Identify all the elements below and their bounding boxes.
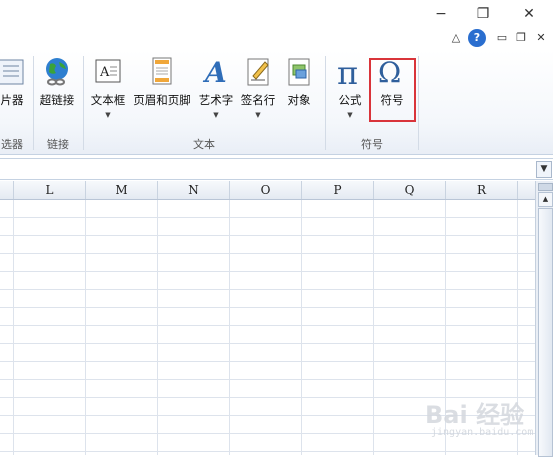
slicer-label: 片器	[0, 93, 24, 107]
textbox-label: 文本框	[90, 93, 126, 107]
ribbon-insert-tab: 片器 选器 超链接 链接 A 文本框 ▼ 页眉和页脚 A 艺术字 ▼ 签名行 ▼…	[0, 50, 553, 155]
header-footer-icon	[152, 57, 172, 85]
object-button[interactable]: 对象	[282, 56, 316, 108]
watermark-url: jingyan.baidu.com	[431, 427, 534, 438]
grid-line	[85, 200, 86, 455]
equation-label: 公式	[338, 93, 362, 107]
column-header-O[interactable]: O	[230, 181, 302, 199]
column-header-Q[interactable]: Q	[374, 181, 446, 199]
column-header-M[interactable]: M	[86, 181, 158, 199]
textbox-icon: A	[95, 59, 121, 83]
grid-line	[301, 200, 302, 455]
wordart-button[interactable]: A 艺术字 ▼	[196, 56, 236, 119]
svg-text:A: A	[202, 56, 227, 88]
hyperlink-label: 超链接	[39, 93, 75, 107]
close-button[interactable]: ✕	[518, 5, 540, 23]
vertical-scrollbar[interactable]: ▲	[535, 181, 553, 457]
column-header-P[interactable]: P	[302, 181, 374, 199]
grid-line	[229, 200, 230, 455]
signature-line-button[interactable]: 签名行 ▼	[238, 56, 278, 119]
watermark-logo: Bai 经验	[425, 401, 525, 429]
object-icon	[288, 58, 310, 86]
scroll-thumb[interactable]	[538, 208, 553, 457]
scroll-up-arrow-icon[interactable]: ▲	[538, 192, 553, 207]
textbox-dropdown-icon[interactable]: ▼	[88, 111, 128, 119]
svg-text:A: A	[99, 65, 110, 80]
column-header-row: L M N O P Q R	[0, 181, 535, 200]
grid-line	[157, 200, 158, 455]
header-footer-label: 页眉和页脚	[133, 93, 191, 107]
hyperlink-button[interactable]: 超链接	[37, 56, 77, 108]
slicer-button[interactable]: 片器	[0, 56, 30, 108]
group-symbols-label: 符号	[361, 138, 383, 151]
doc-restore-button[interactable]: ❐	[513, 30, 529, 46]
group-separator	[418, 56, 419, 150]
group-filter-label: 选器	[1, 138, 23, 151]
equation-dropdown-icon[interactable]: ▼	[332, 111, 368, 119]
column-header-N[interactable]: N	[158, 181, 230, 199]
title-bar: − ❐ ✕	[0, 0, 553, 28]
grid-line	[13, 200, 14, 455]
doc-close-button[interactable]: ✕	[533, 30, 549, 46]
restore-button[interactable]: ❐	[472, 5, 494, 23]
textbox-button[interactable]: A 文本框 ▼	[88, 56, 128, 119]
signature-line-label: 签名行	[240, 93, 276, 107]
svg-text:π: π	[337, 56, 358, 88]
grid-line	[373, 200, 374, 455]
doc-minimize-button[interactable]: ▭	[494, 30, 510, 46]
help-icon[interactable]: ?	[468, 29, 486, 47]
column-header-partial[interactable]	[518, 181, 535, 199]
column-header-R[interactable]: R	[446, 181, 518, 199]
equation-button[interactable]: π 公式 ▼	[332, 56, 368, 119]
ribbon-minimize-caret-icon[interactable]: △	[448, 30, 464, 46]
object-label: 对象	[287, 93, 311, 107]
wordart-icon: A	[202, 56, 227, 88]
globe-link-icon	[46, 58, 68, 86]
group-text-label: 文本	[193, 138, 215, 151]
baidu-jingyan-watermark: Bai 经验 jingyan.baidu.com	[425, 395, 535, 445]
group-links-label: 链接	[47, 138, 69, 151]
split-handle[interactable]	[538, 183, 553, 191]
minimize-button[interactable]: −	[430, 5, 452, 23]
signature-dropdown-icon[interactable]: ▼	[238, 111, 278, 119]
symbol-highlight-box	[369, 58, 416, 122]
ribbon-help-row: △ ? ▭ ❐ ✕	[0, 28, 553, 50]
formula-bar[interactable]: ▼	[0, 158, 553, 180]
wordart-label: 艺术字	[198, 93, 234, 107]
pi-icon: π	[337, 56, 358, 88]
wordart-dropdown-icon[interactable]: ▼	[196, 111, 236, 119]
header-footer-button[interactable]: 页眉和页脚	[131, 56, 193, 108]
signature-pen-icon	[247, 58, 269, 86]
slicer-icon	[0, 59, 24, 85]
column-header-partial[interactable]	[0, 181, 14, 199]
expand-formula-bar-icon[interactable]: ▼	[536, 161, 552, 178]
column-header-L[interactable]: L	[14, 181, 86, 199]
